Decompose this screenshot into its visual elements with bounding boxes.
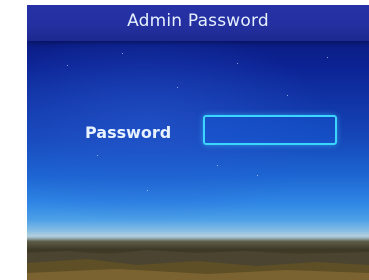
title-bar: Admin Password	[27, 5, 369, 41]
star	[257, 175, 258, 176]
star	[67, 65, 68, 66]
star	[327, 57, 328, 58]
star	[97, 155, 98, 156]
device-frame: Admin Password Password	[0, 0, 369, 280]
star	[147, 190, 148, 191]
device-screen: Admin Password Password	[27, 5, 369, 280]
star	[122, 53, 123, 54]
dialog-title: Admin Password	[127, 11, 269, 31]
star	[177, 87, 178, 88]
landscape-hills	[27, 250, 369, 280]
password-label: Password	[85, 123, 172, 142]
horizon-glow	[27, 231, 369, 241]
star	[237, 63, 238, 64]
star	[217, 165, 218, 166]
password-input[interactable]	[203, 115, 337, 145]
star	[287, 95, 288, 96]
